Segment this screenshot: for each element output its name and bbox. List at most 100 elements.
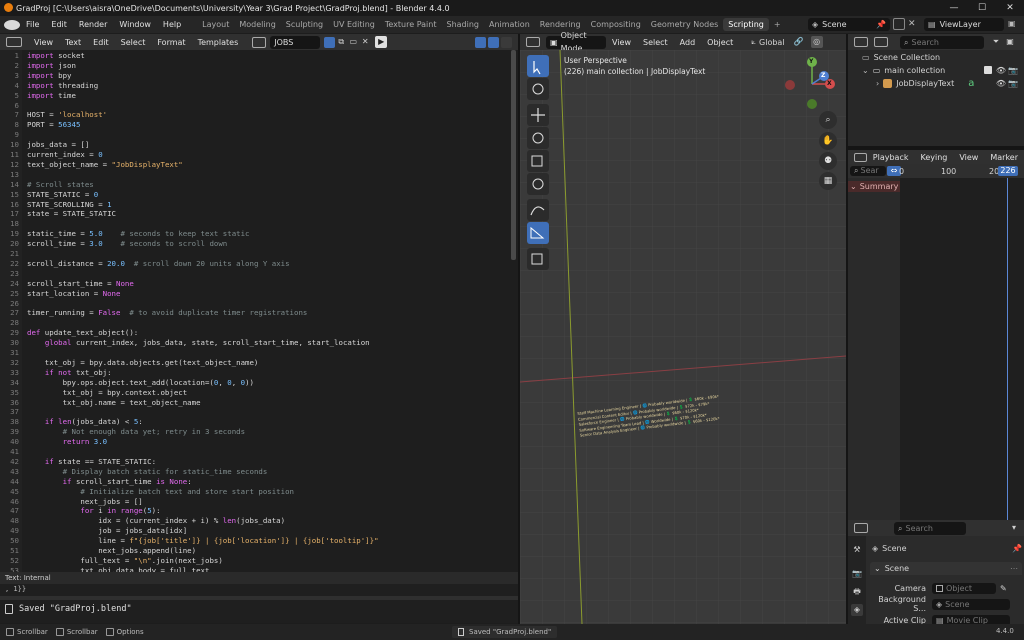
code-line[interactable]: 29 def update_text_object():: [0, 328, 518, 338]
cursor-tool[interactable]: [527, 78, 549, 100]
expand-chevron-icon[interactable]: ⌄: [862, 66, 869, 75]
code-line[interactable]: 30 global current_index, jobs_data, stat…: [0, 338, 518, 348]
annotate-tool[interactable]: [527, 199, 549, 221]
vp-menu-add[interactable]: Add: [674, 38, 702, 47]
active-clip-field[interactable]: ▤ Movie Clip: [932, 614, 1010, 624]
tab-scripting[interactable]: Scripting: [723, 18, 769, 31]
rotate-tool[interactable]: [527, 127, 549, 149]
code-line[interactable]: 19 static_time = 5.0 # seconds to keep te…: [0, 229, 518, 239]
menu-format[interactable]: Format: [151, 38, 191, 47]
mode-selector[interactable]: ▣ Object Mode: [546, 31, 606, 53]
code-area[interactable]: 1 import socket 2 import json 3 import bpy 4 im…: [0, 50, 518, 572]
menu-file[interactable]: File: [20, 20, 45, 29]
code-line[interactable]: 24 scroll_start_time = None: [0, 279, 518, 289]
expand-chevron-icon[interactable]: ⌄: [874, 564, 881, 573]
scene-tab-icon[interactable]: ◈: [851, 604, 863, 616]
drag-handle-icon[interactable]: ⋯: [1010, 564, 1018, 573]
close-button[interactable]: ✕: [996, 0, 1024, 16]
job-display-text-row[interactable]: › JobDisplayText a 👁 📷: [876, 77, 1024, 89]
view-layer-new-icon[interactable]: ▣: [1008, 18, 1020, 30]
code-line[interactable]: 3 import bpy: [0, 71, 518, 81]
vertical-scrollbar[interactable]: [511, 50, 516, 260]
transform-orientation[interactable]: ⟀ Global: [751, 37, 784, 47]
code-line[interactable]: 31: [0, 348, 518, 358]
menu-help[interactable]: Help: [157, 20, 187, 29]
tab-shading[interactable]: Shading: [441, 18, 484, 31]
code-line[interactable]: 32 txt_obj = bpy.data.objects.get(text_o…: [0, 358, 518, 368]
properties-options-icon[interactable]: ▾: [1008, 522, 1020, 534]
text-file-name[interactable]: JOBS: [270, 35, 321, 49]
outliner-editor-type-icon[interactable]: [854, 37, 868, 47]
code-line[interactable]: 28: [0, 318, 518, 328]
pin-icon[interactable]: 📌: [1012, 544, 1022, 553]
filter-icon[interactable]: ⏷: [990, 36, 1002, 48]
code-line[interactable]: 27 timer_running = False # to avoid dupli…: [0, 308, 518, 318]
code-line[interactable]: 42 if state == STATE_STATIC:: [0, 457, 518, 467]
menu-edit[interactable]: Edit: [87, 38, 115, 47]
code-line[interactable]: 5 import time: [0, 91, 518, 101]
render-tab-icon[interactable]: 📷: [851, 568, 863, 580]
code-line[interactable]: 14 # Scroll states: [0, 180, 518, 190]
scale-tool[interactable]: [527, 150, 549, 172]
properties-search[interactable]: ⌕ Search: [894, 521, 966, 535]
vp-menu-view[interactable]: View: [606, 38, 637, 47]
code-line[interactable]: 1 import socket: [0, 51, 518, 61]
background-scene-field[interactable]: ◈ Scene: [932, 598, 1010, 610]
zoom-icon[interactable]: ⌕: [819, 111, 837, 129]
eyedropper-icon[interactable]: ✎: [1000, 584, 1007, 593]
summary-channel[interactable]: ⌄ Summary: [848, 181, 900, 192]
menu-view[interactable]: View: [28, 38, 59, 47]
syntax-highlight-toggle-icon[interactable]: [501, 36, 512, 48]
timeline-menu-playback[interactable]: Playback: [867, 153, 915, 162]
word-wrap-toggle-icon[interactable]: [488, 36, 499, 48]
menu-select[interactable]: Select: [115, 38, 152, 47]
status-message[interactable]: Saved "GradProj.blend": [452, 626, 558, 638]
outliner-search[interactable]: ⌕ Search: [900, 35, 984, 49]
code-line[interactable]: 36 txt_obj.name = text_object_name: [0, 398, 518, 408]
code-line[interactable]: 25 start_location = None: [0, 289, 518, 299]
code-line[interactable]: 8 PORT = 56345: [0, 120, 518, 130]
text-data-icon[interactable]: a: [968, 78, 974, 89]
code-line[interactable]: 16 STATE_SCROLLING = 1: [0, 200, 518, 210]
code-line[interactable]: 26: [0, 299, 518, 309]
code-line[interactable]: 46 next_jobs = []: [0, 497, 518, 507]
code-line[interactable]: 10 jobs_data = []: [0, 140, 518, 150]
area-divider[interactable]: [848, 146, 1024, 150]
code-line[interactable]: 12 text_object_name = "JobDisplayText": [0, 160, 518, 170]
code-line[interactable]: 51 next_jobs.append(line): [0, 546, 518, 556]
code-line[interactable]: 13: [0, 170, 518, 180]
code-line[interactable]: 49 job = jobs_data[idx]: [0, 526, 518, 536]
proportional-edit-icon[interactable]: ◎: [810, 36, 823, 48]
viewport-editor-type-icon[interactable]: [526, 37, 540, 47]
console-scrollbar[interactable]: [0, 596, 518, 600]
tool-tab-icon[interactable]: ⚒: [851, 544, 863, 556]
code-line[interactable]: 34 bpy.ops.object.text_add(location=(0, …: [0, 378, 518, 388]
delete-scene-icon[interactable]: ✕: [908, 18, 920, 30]
vp-menu-object[interactable]: Object: [701, 38, 739, 47]
code-line[interactable]: 33 if not txt_obj:: [0, 368, 518, 378]
code-line[interactable]: 45 # Initialize batch text and store sta…: [0, 487, 518, 497]
editor-type-icon[interactable]: [6, 37, 22, 47]
new-scene-icon[interactable]: [893, 18, 905, 30]
add-cube-tool[interactable]: [527, 248, 549, 270]
visibility-eye-icon[interactable]: 👁: [996, 66, 1006, 75]
code-line[interactable]: 44 if scroll_start_time is None:: [0, 477, 518, 487]
move-tool[interactable]: [527, 104, 549, 126]
exclude-checkbox[interactable]: [983, 66, 992, 74]
pan-hand-icon[interactable]: ✋: [819, 132, 837, 150]
timeline-menu-keying[interactable]: Keying: [914, 153, 953, 162]
timeline-menu-view[interactable]: View: [953, 153, 984, 162]
open-text-icon[interactable]: ▭: [347, 36, 359, 48]
area-divider[interactable]: [518, 34, 520, 624]
code-line[interactable]: 22 scroll_distance = 20.0 # scroll down 2…: [0, 259, 518, 269]
area-divider[interactable]: [846, 34, 848, 624]
fake-user-shield-icon[interactable]: [324, 36, 336, 48]
view-layer-selector[interactable]: ▤ ViewLayer: [924, 18, 1004, 31]
code-line[interactable]: 11 current_index = 0: [0, 150, 518, 160]
code-line[interactable]: 38 if len(jobs_data) < 5:: [0, 417, 518, 427]
code-line[interactable]: 41: [0, 447, 518, 457]
new-text-icon[interactable]: ⧉: [335, 36, 347, 48]
code-line[interactable]: 35 txt_obj = bpy.context.object: [0, 388, 518, 398]
maximize-button[interactable]: ☐: [968, 0, 996, 16]
menu-window[interactable]: Window: [113, 20, 157, 29]
